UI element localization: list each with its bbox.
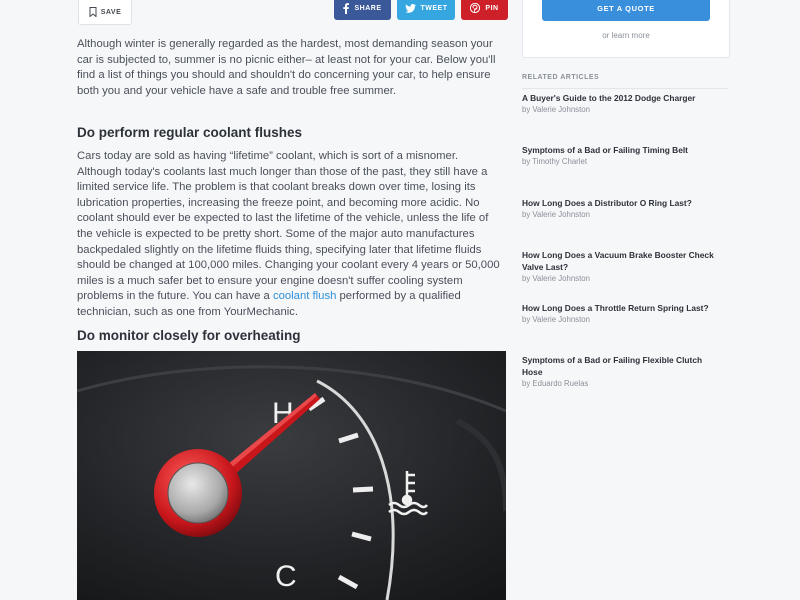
pinterest-share-button[interactable]: PIN: [461, 0, 508, 20]
related-article-item[interactable]: A Buyer's Guide to the 2012 Dodge Charge…: [522, 92, 722, 116]
related-article-item[interactable]: How Long Does a Throttle Return Spring L…: [522, 302, 722, 326]
coolant-paragraph: Cars today are sold as having “lifetime”…: [77, 149, 505, 321]
related-article-author: by Valerie Johnston: [522, 210, 590, 219]
related-article-title[interactable]: How Long Does a Distributor O Ring Last?: [522, 197, 722, 209]
related-article-title[interactable]: Symptoms of a Bad or Failing Flexible Cl…: [522, 354, 722, 378]
related-article-item[interactable]: Symptoms of a Bad or Failing Flexible Cl…: [522, 354, 722, 390]
facebook-share-label: SHARE: [354, 4, 382, 12]
section-heading-coolant: Do perform regular coolant flushes: [77, 125, 303, 140]
related-article-title[interactable]: A Buyer's Guide to the 2012 Dodge Charge…: [522, 92, 722, 104]
related-article-author: by Valerie Johnston: [522, 274, 590, 283]
related-article-title[interactable]: Symptoms of a Bad or Failing Timing Belt: [522, 144, 722, 156]
bookmark-icon: [89, 7, 97, 17]
gauge-cold-label: C: [275, 560, 297, 593]
twitter-icon: [404, 3, 416, 13]
facebook-icon: [343, 2, 350, 14]
quote-card: GET A QUOTE or learn more: [522, 0, 730, 58]
related-article-author: by Valerie Johnston: [522, 105, 590, 114]
gauge-illustration: H C: [77, 351, 506, 600]
temperature-gauge-image: H C: [77, 351, 506, 600]
related-article-item[interactable]: How Long Does a Vacuum Brake Booster Che…: [522, 249, 722, 285]
related-article-author: by Valerie Johnston: [522, 315, 590, 324]
related-articles-heading: RELATED ARTICLES: [522, 74, 600, 81]
related-article-title[interactable]: How Long Does a Vacuum Brake Booster Che…: [522, 249, 722, 273]
learn-more-link[interactable]: or learn more: [523, 31, 729, 40]
page: SAVE SHARE TWEET PIN Although winter is …: [0, 0, 800, 600]
section-heading-overheating: Do monitor closely for overheating: [77, 328, 301, 343]
twitter-share-button[interactable]: TWEET: [397, 0, 455, 20]
save-label: SAVE: [100, 8, 122, 16]
save-button[interactable]: SAVE: [78, 0, 132, 25]
related-article-author: by Eduardo Ruelas: [522, 379, 589, 388]
intro-paragraph: Although winter is generally regarded as…: [77, 38, 496, 97]
related-divider: [522, 88, 728, 89]
related-article-author: by Timothy Charlet: [522, 157, 587, 166]
facebook-share-button[interactable]: SHARE: [334, 0, 391, 20]
related-article-item[interactable]: How Long Does a Distributor O Ring Last?…: [522, 197, 722, 221]
share-bar: SHARE TWEET PIN: [334, 0, 508, 20]
coolant-flush-link[interactable]: coolant flush: [273, 290, 336, 302]
coolant-paragraph-text: Cars today are sold as having “lifetime”…: [77, 150, 500, 303]
related-article-title[interactable]: How Long Does a Throttle Return Spring L…: [522, 302, 722, 314]
get-a-quote-button[interactable]: GET A QUOTE: [542, 0, 710, 21]
related-article-item[interactable]: Symptoms of a Bad or Failing Timing Belt…: [522, 144, 722, 168]
pinterest-share-label: PIN: [485, 4, 499, 12]
twitter-share-label: TWEET: [420, 4, 448, 12]
pinterest-icon: [470, 3, 481, 13]
